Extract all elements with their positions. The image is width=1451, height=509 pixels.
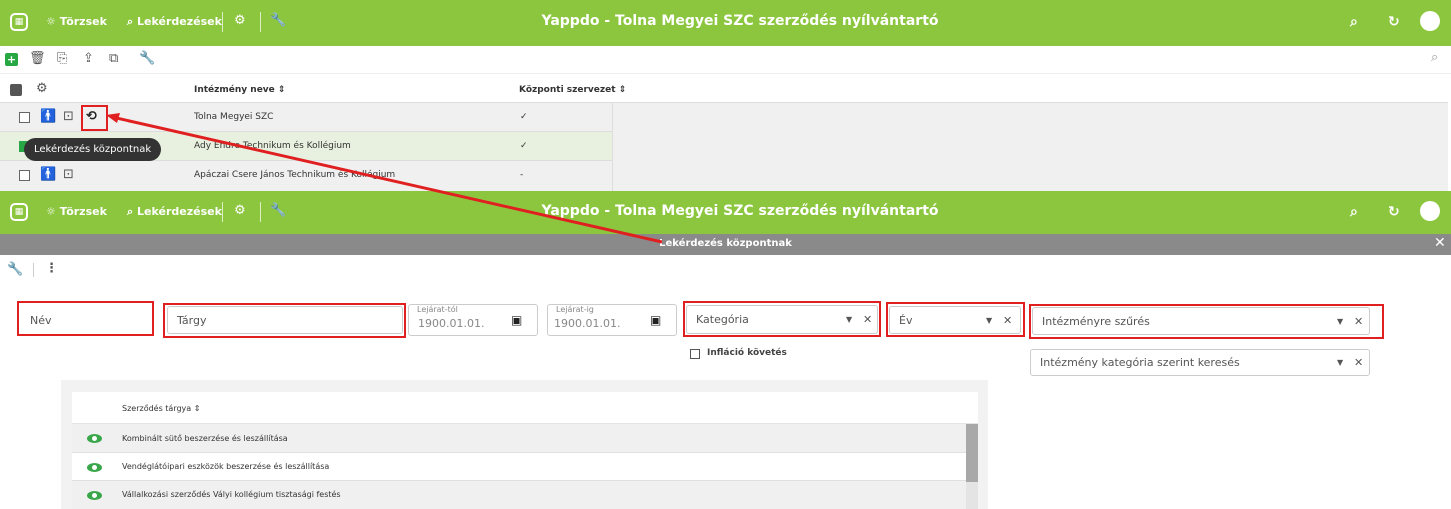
annotation-arrow	[106, 113, 663, 244]
arrow-head	[106, 113, 120, 123]
arrow-line	[111, 115, 663, 244]
